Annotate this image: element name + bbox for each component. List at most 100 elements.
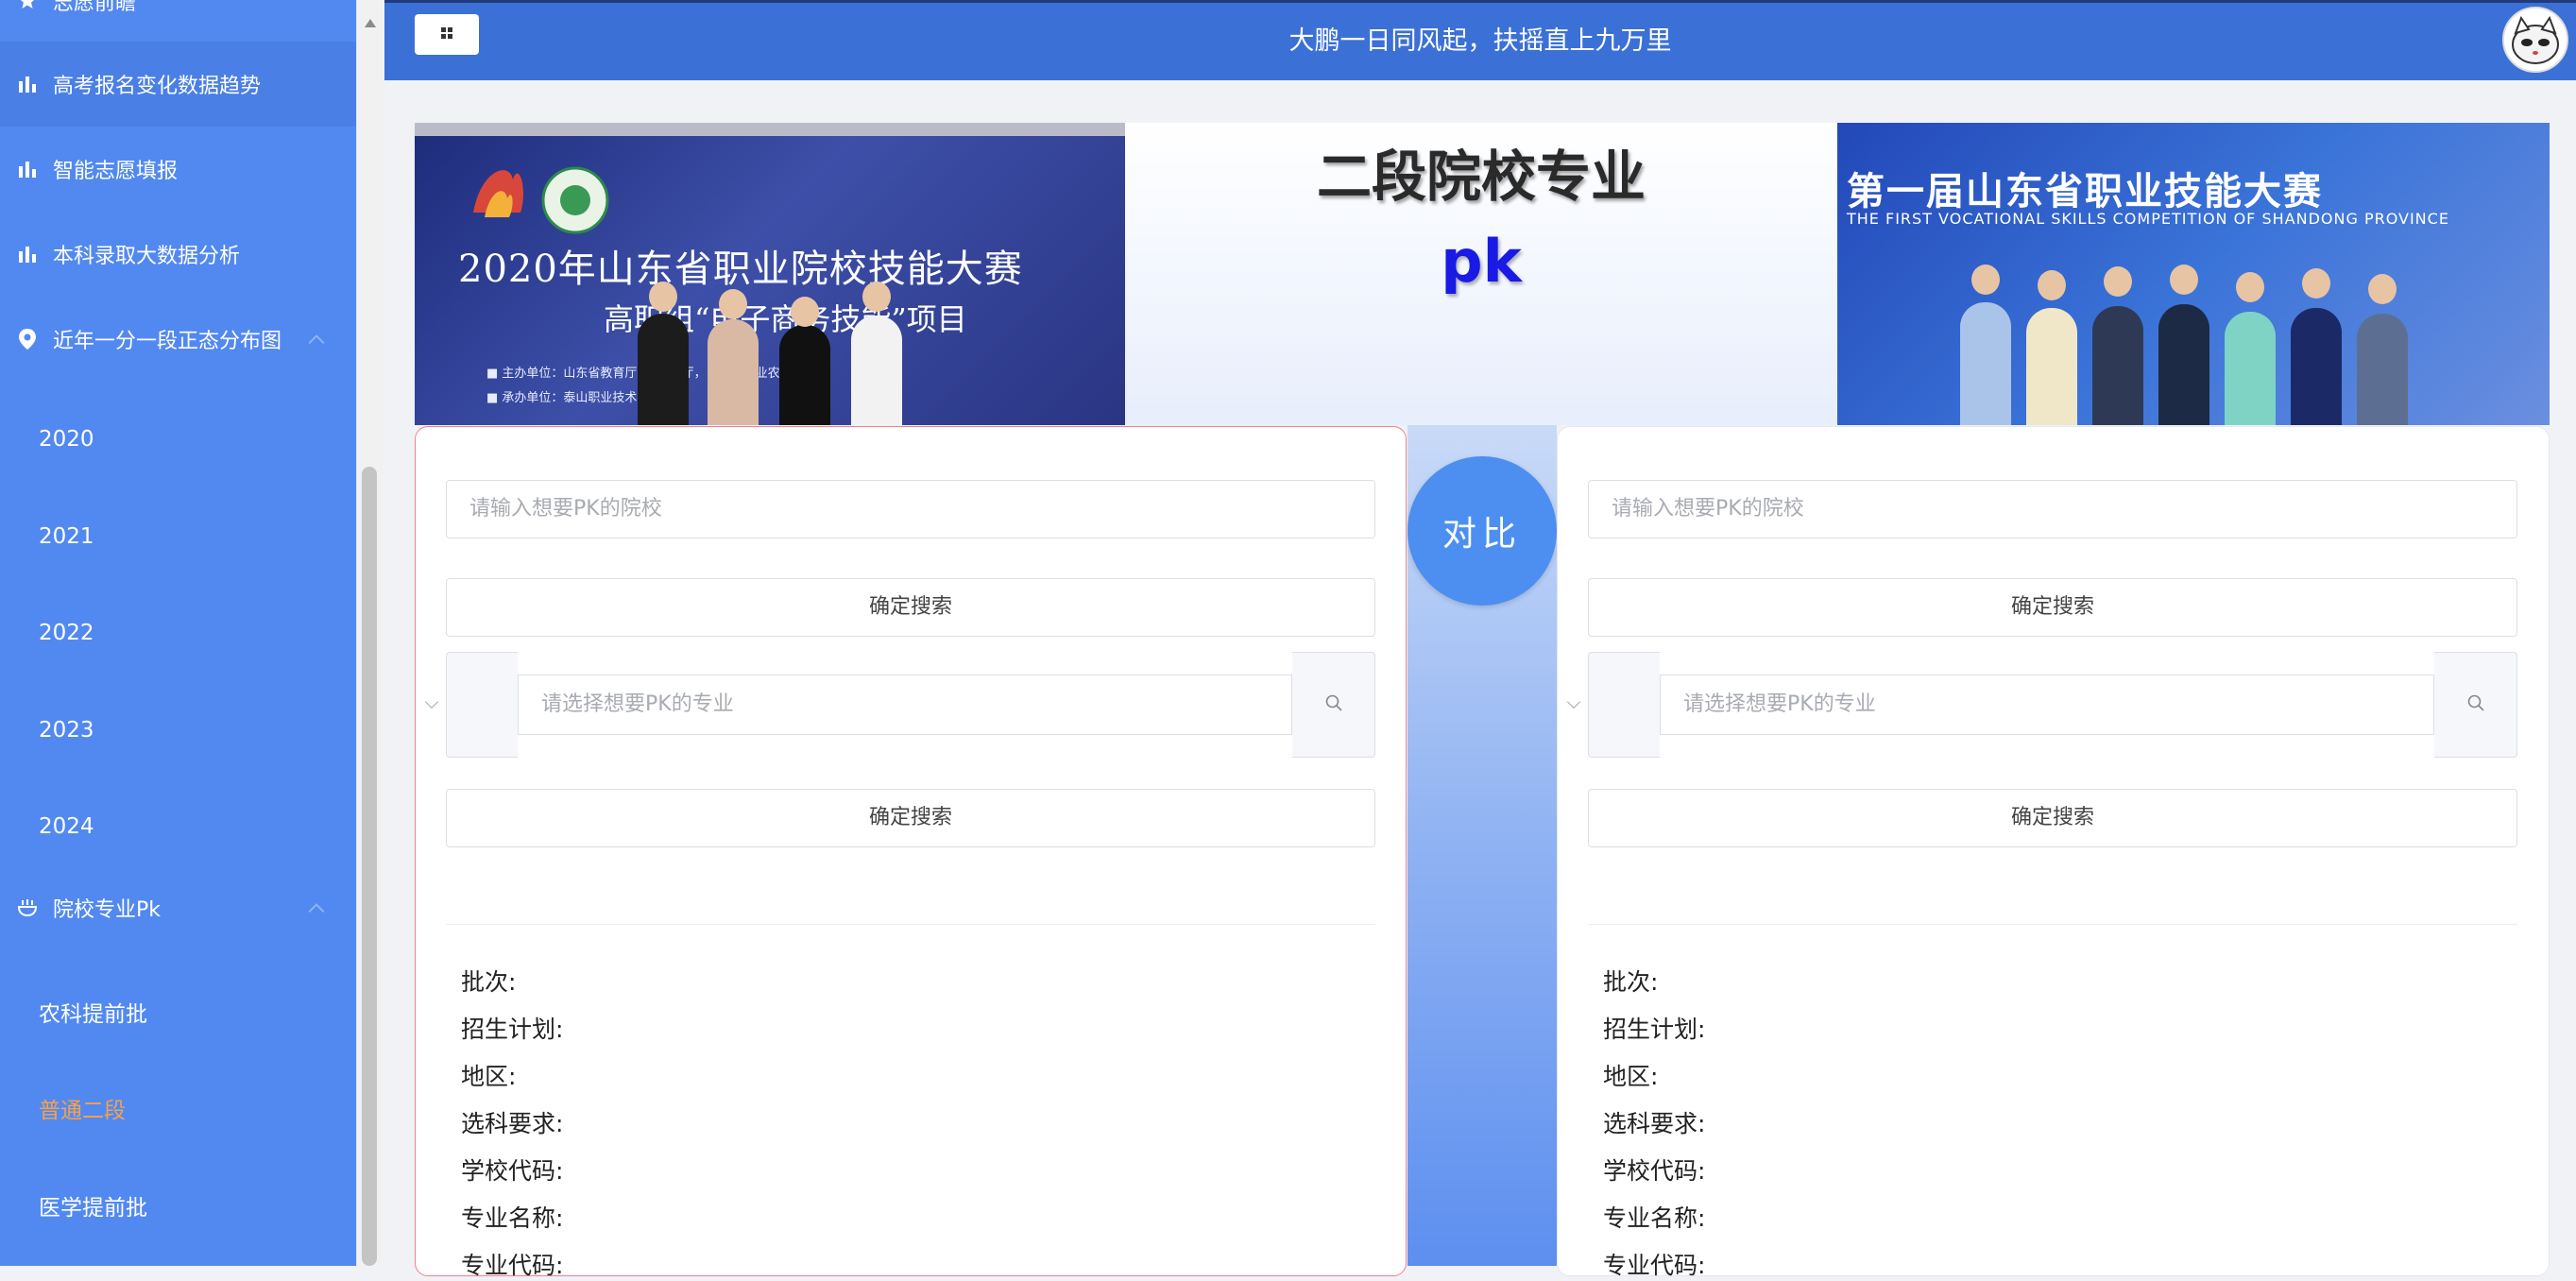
- grid-icon: [439, 26, 454, 44]
- sidebar-item-undergrad-analysis[interactable]: 本科录取大数据分析: [0, 212, 356, 297]
- major-search-button[interactable]: 确定搜索: [446, 789, 1375, 847]
- avatar[interactable]: [2502, 7, 2568, 73]
- chevron-up-icon: [308, 334, 325, 351]
- major-search-icon-button[interactable]: [1292, 652, 1375, 758]
- photo-person-head: [649, 282, 677, 312]
- info-batch: 批次:: [1603, 968, 1659, 996]
- photo-person-head: [2038, 270, 2066, 300]
- info-school-code: 学校代码:: [1603, 1157, 1706, 1185]
- major-search-icon-button[interactable]: [2434, 652, 2517, 758]
- top-header: 大鹏一日同风起，扶摇直上九万里: [384, 0, 2576, 80]
- school-search-input[interactable]: 请输入想要PK的院校: [446, 480, 1375, 538]
- right-pk-card: 请输入想要PK的院校 确定搜索 请选择想要PK的专业 确定搜索 批次: 招生计划…: [1557, 426, 2550, 1279]
- photo-person: [2291, 308, 2342, 425]
- star-icon: [15, 0, 40, 13]
- chevron-down-icon[interactable]: [1566, 694, 1581, 709]
- school-search-input[interactable]: 请输入想要PK的院校: [1588, 480, 2517, 538]
- major-select-prefix[interactable]: [1588, 652, 1660, 758]
- sidebar: 志愿前瞻 高考报名变化数据趋势 智能志愿填报 本科录取大数据分析 近年一分一段正…: [0, 0, 356, 1266]
- chevron-up-icon: [308, 903, 325, 920]
- sidebar-item-score-distribution[interactable]: 近年一分一段正态分布图: [0, 297, 356, 382]
- sidebar-item-medical-early[interactable]: 医学提前批: [0, 1189, 356, 1221]
- menu-toggle-button[interactable]: [415, 14, 479, 55]
- bar-chart-icon: [15, 72, 40, 96]
- sidebar-item-agri-early[interactable]: 农科提前批: [0, 996, 356, 1028]
- left-pk-card: 请输入想要PK的院校 确定搜索 请选择想要PK的专业 确定搜索 批次: 招生计划…: [415, 426, 1407, 1279]
- major-select-input[interactable]: 请选择想要PK的专业: [518, 675, 1292, 735]
- bar-chart-icon: [15, 242, 40, 266]
- sidebar-item-regular-second[interactable]: 普通二段: [0, 1092, 356, 1124]
- banner-left-image: 2020年山东省职业院校技能大赛 高职组“电子商务技能”项目 ■ 主办单位：山东…: [415, 123, 1125, 425]
- school-search-button[interactable]: 确定搜索: [446, 578, 1375, 637]
- sidebar-item-smart-fill[interactable]: 智能志愿填报: [0, 127, 356, 212]
- banner-right-title: 第一届山东省职业技能大赛: [1847, 170, 2323, 214]
- sidebar-item-label: 院校专业Pk: [53, 898, 162, 922]
- banner-right-subtitle: THE FIRST VOCATIONAL SKILLS COMPETITION …: [1847, 210, 2449, 228]
- photo-person: [1960, 302, 2011, 425]
- divider: [446, 924, 1375, 925]
- photo-person: [851, 316, 902, 425]
- photo-person-head: [791, 297, 819, 327]
- sidebar-item-label: 近年一分一段正态分布图: [53, 330, 282, 353]
- scroll-up-arrow-icon[interactable]: [365, 19, 376, 27]
- sidebar-item-registration-trend[interactable]: 高考报名变化数据趋势: [0, 42, 356, 127]
- major-select-input[interactable]: 请选择想要PK的专业: [1660, 675, 2434, 735]
- bar-chart-icon: [15, 157, 40, 181]
- sidebar-year-2021[interactable]: 2021: [0, 524, 356, 549]
- banner-left-title: 2020年山东省职业院校技能大赛: [458, 248, 1023, 291]
- info-subject-req: 选科要求:: [1603, 1110, 1706, 1137]
- info-major-code: 专业代码:: [461, 1252, 564, 1279]
- info-major-name: 专业名称:: [461, 1204, 564, 1232]
- sidebar-year-2024[interactable]: 2024: [0, 814, 356, 839]
- photo-person-head: [2236, 272, 2264, 302]
- banner-left-line: ■ 承办单位：泰山职业技术学院: [486, 391, 662, 405]
- sidebar-scrollbar[interactable]: [356, 0, 383, 1266]
- sidebar-year-2022[interactable]: 2022: [0, 621, 356, 645]
- info-subject-req: 选科要求:: [461, 1110, 564, 1137]
- photo-person: [708, 319, 759, 425]
- info-enroll-plan: 招生计划:: [461, 1016, 564, 1043]
- info-school-code: 学校代码:: [461, 1157, 564, 1185]
- scroll-thumb[interactable]: [362, 467, 377, 1266]
- location-pin-icon: [15, 327, 40, 351]
- divider: [1588, 924, 2517, 925]
- photo-person: [2092, 306, 2143, 425]
- search-icon: [1324, 693, 1343, 716]
- photo-person-head: [2104, 266, 2132, 297]
- major-select-prefix[interactable]: [446, 652, 518, 758]
- info-major-code: 专业代码:: [1603, 1252, 1706, 1279]
- header-title: 大鹏一日同风起，扶摇直上九万里: [1288, 26, 1672, 56]
- photo-person: [2158, 304, 2209, 425]
- photo-person-head: [2170, 265, 2198, 295]
- info-region: 地区:: [1603, 1063, 1659, 1090]
- compare-button[interactable]: 对比: [1407, 456, 1557, 606]
- sidebar-item-label: 智能志愿填报: [53, 160, 179, 183]
- sidebar-item-label: 志愿前瞻: [53, 0, 137, 15]
- photo-person: [2225, 312, 2276, 425]
- chevron-down-icon[interactable]: [424, 694, 439, 709]
- info-enroll-plan: 招生计划:: [1603, 1016, 1706, 1043]
- bowl-icon: [15, 896, 40, 920]
- major-search-button[interactable]: 确定搜索: [1588, 789, 2517, 847]
- banner-pk: pk: [1441, 227, 1522, 296]
- major-select-group: 请选择想要PK的专业: [1566, 652, 2533, 758]
- school-search-button[interactable]: 确定搜索: [1588, 578, 2517, 637]
- sidebar-year-2023[interactable]: 2023: [0, 718, 356, 743]
- photo-person: [2357, 314, 2408, 425]
- sidebar-item-volunteer-preview[interactable]: 志愿前瞻: [0, 0, 356, 15]
- photo-person-head: [2368, 274, 2397, 304]
- banner-title: 二段院校专业: [1316, 145, 1646, 209]
- sidebar-item-label: 本科录取大数据分析: [53, 245, 241, 268]
- photo-person: [2026, 308, 2077, 425]
- photo-person-head: [2302, 268, 2330, 299]
- photo-person-head: [862, 282, 891, 312]
- search-icon: [2466, 693, 2485, 716]
- sidebar-year-2020[interactable]: 2020: [0, 427, 356, 452]
- info-batch: 批次:: [461, 968, 517, 996]
- major-select-group: 请选择想要PK的专业: [424, 652, 1390, 758]
- sidebar-item-label: 高考报名变化数据趋势: [53, 75, 262, 98]
- banner: 2020年山东省职业院校技能大赛 高职组“电子商务技能”项目 ■ 主办单位：山东…: [415, 123, 2550, 425]
- photo-person: [638, 314, 689, 425]
- sidebar-item-school-major-pk[interactable]: 院校专业Pk: [0, 865, 356, 950]
- photo-person-head: [719, 289, 747, 319]
